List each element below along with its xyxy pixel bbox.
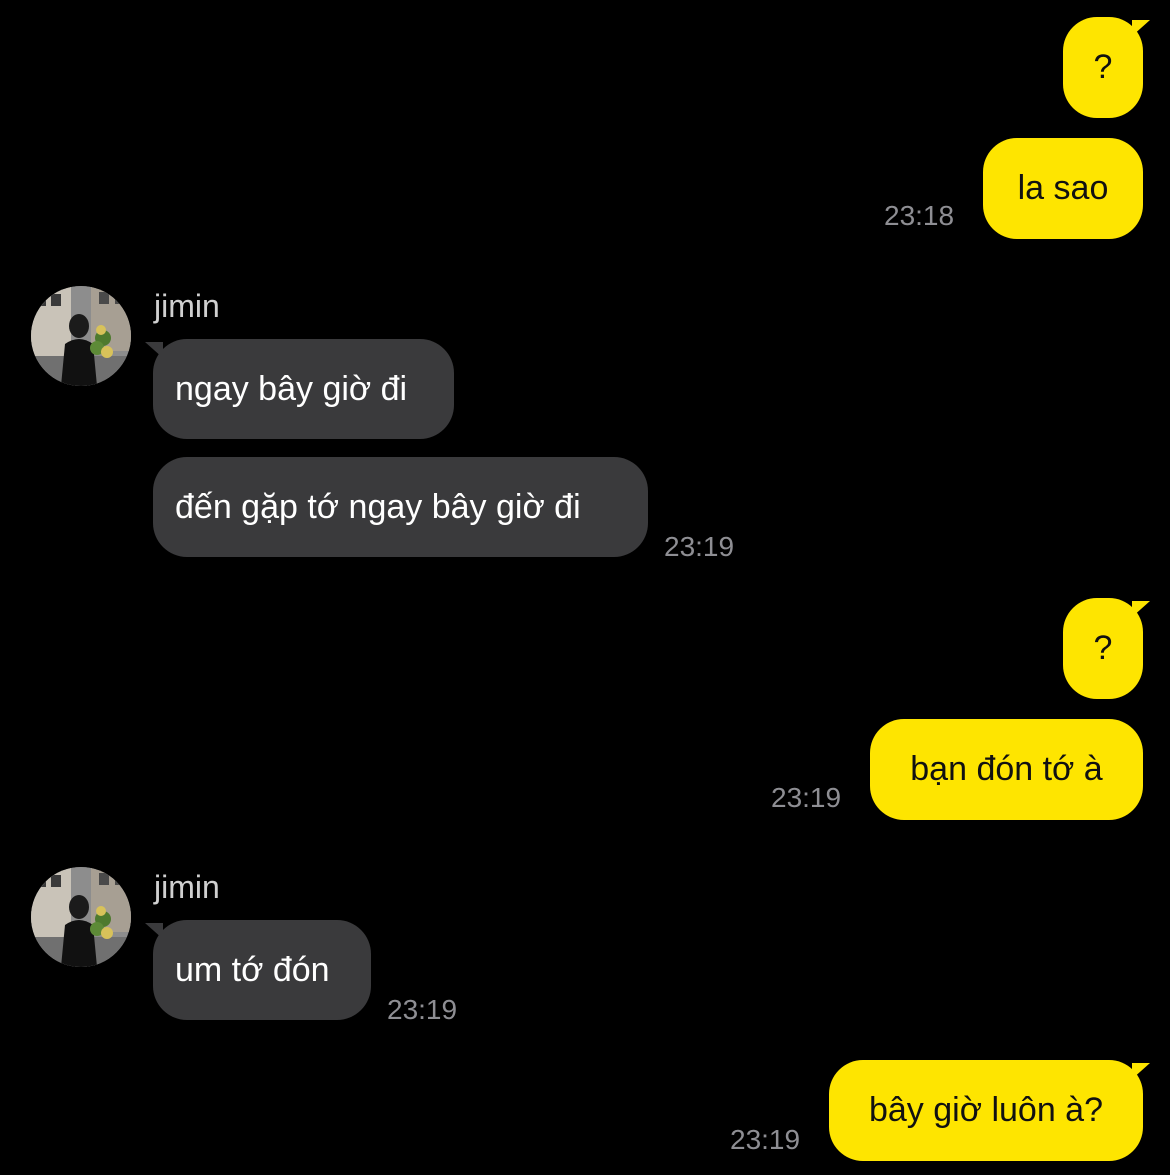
bubble-tail — [1132, 1063, 1150, 1079]
message-bubble-outgoing[interactable]: ? — [1063, 17, 1143, 118]
message-bubble-outgoing[interactable]: la sao — [983, 138, 1143, 239]
sender-name: jimin — [154, 288, 220, 324]
message-text: đến gặp tớ ngay bây giờ đi — [175, 487, 581, 526]
user-photo-icon — [31, 867, 131, 967]
message-bubble-outgoing[interactable]: bạn đón tớ à — [870, 719, 1143, 820]
message-timestamp: 23:19 — [730, 1124, 801, 1155]
bubble-tail — [1132, 20, 1150, 36]
message-text: ? — [1093, 48, 1113, 86]
message-text: ngay bây giờ đi — [175, 369, 408, 408]
user-photo-icon — [31, 286, 131, 386]
message-text: bạn đón tớ à — [910, 750, 1103, 788]
message-text: la sao — [1017, 169, 1109, 207]
message-timestamp: 23:18 — [884, 200, 955, 231]
sender-name: jimin — [154, 869, 220, 905]
message-bubble-incoming[interactable]: đến gặp tớ ngay bây giờ đi — [153, 457, 648, 557]
message-timestamp: 23:19 — [771, 782, 842, 813]
message-text: bây giờ luôn à? — [868, 1091, 1103, 1129]
message-bubble-outgoing[interactable]: ? — [1063, 598, 1143, 699]
message-text: ? — [1093, 629, 1113, 667]
message-text: um tớ đón — [175, 950, 330, 989]
bubble-tail — [145, 342, 163, 358]
message-timestamp: 23:19 — [664, 531, 735, 562]
bubble-tail — [145, 923, 163, 939]
avatar-jimin[interactable] — [31, 286, 131, 386]
message-bubble-outgoing[interactable]: bây giờ luôn à? — [829, 1060, 1143, 1161]
message-timestamp: 23:19 — [387, 994, 458, 1025]
avatar-jimin[interactable] — [31, 867, 131, 967]
message-bubble-incoming[interactable]: um tớ đón — [153, 920, 371, 1020]
bubble-tail — [1132, 601, 1150, 617]
message-bubble-incoming[interactable]: ngay bây giờ đi — [153, 339, 454, 439]
